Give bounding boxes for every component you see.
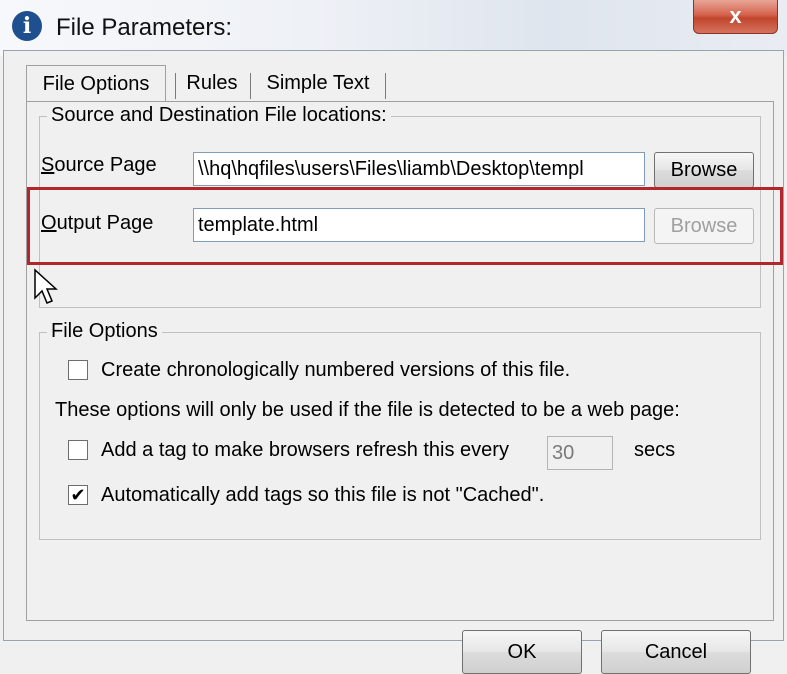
refresh-seconds-unit: secs xyxy=(634,439,676,461)
window-title: File Parameters: xyxy=(56,14,233,41)
web-page-note: These options will only be used if the f… xyxy=(55,399,680,421)
output-page-input[interactable]: template.html xyxy=(193,208,645,242)
dialog-window: File Options Rules Simple Text Source an… xyxy=(3,50,784,674)
refresh-tag-label: Add a tag to make browsers refresh this … xyxy=(101,439,509,461)
output-browse-button[interactable]: Browse xyxy=(654,208,754,244)
tab-panel: Source and Destination File locations: S… xyxy=(26,101,774,674)
tab-separator xyxy=(175,73,176,99)
output-page-label: Output Page xyxy=(41,212,154,234)
chrono-versions-label: Create chronologically numbered versions… xyxy=(101,359,571,381)
source-browse-button[interactable]: Browse xyxy=(654,152,754,188)
tab-rules[interactable]: Rules xyxy=(178,65,246,101)
refresh-tag-checkbox[interactable] xyxy=(68,440,88,460)
source-page-input[interactable]: \\hq\hqfiles\users\Files\liamb\Desktop\t… xyxy=(193,152,645,186)
no-cache-label: Automatically add tags so this file is n… xyxy=(101,484,545,506)
close-button[interactable]: x xyxy=(693,0,778,34)
refresh-seconds-input[interactable]: 30 xyxy=(547,436,613,470)
tab-separator xyxy=(250,73,251,99)
tab-separator xyxy=(385,73,386,99)
tab-simple-text[interactable]: Simple Text xyxy=(254,65,382,101)
title-bar: i File Parameters: x xyxy=(0,0,787,56)
source-page-label: Source Page xyxy=(41,154,157,176)
no-cache-checkbox[interactable]: ✔ xyxy=(68,485,88,505)
file-options-group-legend: File Options xyxy=(47,320,162,343)
locations-group-legend: Source and Destination File locations: xyxy=(47,104,391,127)
mouse-cursor-icon xyxy=(34,268,58,304)
info-icon: i xyxy=(12,11,42,41)
cancel-button[interactable]: Cancel xyxy=(601,630,751,674)
tab-file-options[interactable]: File Options xyxy=(26,65,166,101)
chrono-versions-checkbox[interactable] xyxy=(68,360,88,380)
ok-button[interactable]: OK xyxy=(462,630,582,674)
